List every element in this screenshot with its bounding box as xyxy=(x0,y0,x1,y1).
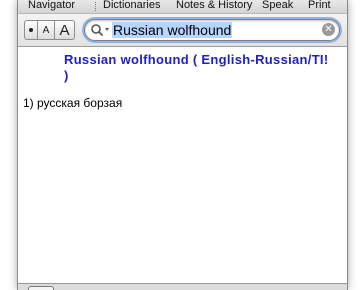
font-size-large-button[interactable]: A xyxy=(55,20,75,40)
dictionaries-button[interactable]: Dictionaries xyxy=(103,0,160,12)
bottom-button[interactable] xyxy=(28,286,54,290)
navigator-button[interactable]: Navigator xyxy=(28,0,75,12)
toolbar-separator xyxy=(95,2,97,11)
entry-translation: 1) русская борзая xyxy=(23,96,123,110)
entry-headword: Russian wolfhound ( English-Russian/TI! … xyxy=(64,52,329,83)
dictionary-window: Navigator Dictionaries Notes & History S… xyxy=(17,0,348,290)
article-pane: Russian wolfhound ( English-Russian/TI! … xyxy=(18,47,347,283)
notes-history-button[interactable]: Notes & History xyxy=(176,0,252,12)
clear-icon[interactable]: ✕ xyxy=(322,23,335,36)
speak-button[interactable]: Speak xyxy=(262,0,293,12)
bottom-bar xyxy=(18,283,347,290)
search-bar: A A Russian wolfhound ✕ xyxy=(18,14,347,47)
search-field[interactable]: Russian wolfhound ✕ xyxy=(84,19,340,41)
toolbar: Navigator Dictionaries Notes & History S… xyxy=(18,0,347,14)
dot-icon xyxy=(29,28,33,32)
search-input[interactable]: Russian wolfhound xyxy=(112,22,233,38)
font-size-small-button[interactable]: A xyxy=(38,20,55,40)
font-size-smallest-button[interactable] xyxy=(24,20,38,40)
magnifier-icon[interactable] xyxy=(90,23,112,37)
print-button[interactable]: Print xyxy=(308,0,331,12)
font-size-buttons: A A xyxy=(24,20,75,40)
